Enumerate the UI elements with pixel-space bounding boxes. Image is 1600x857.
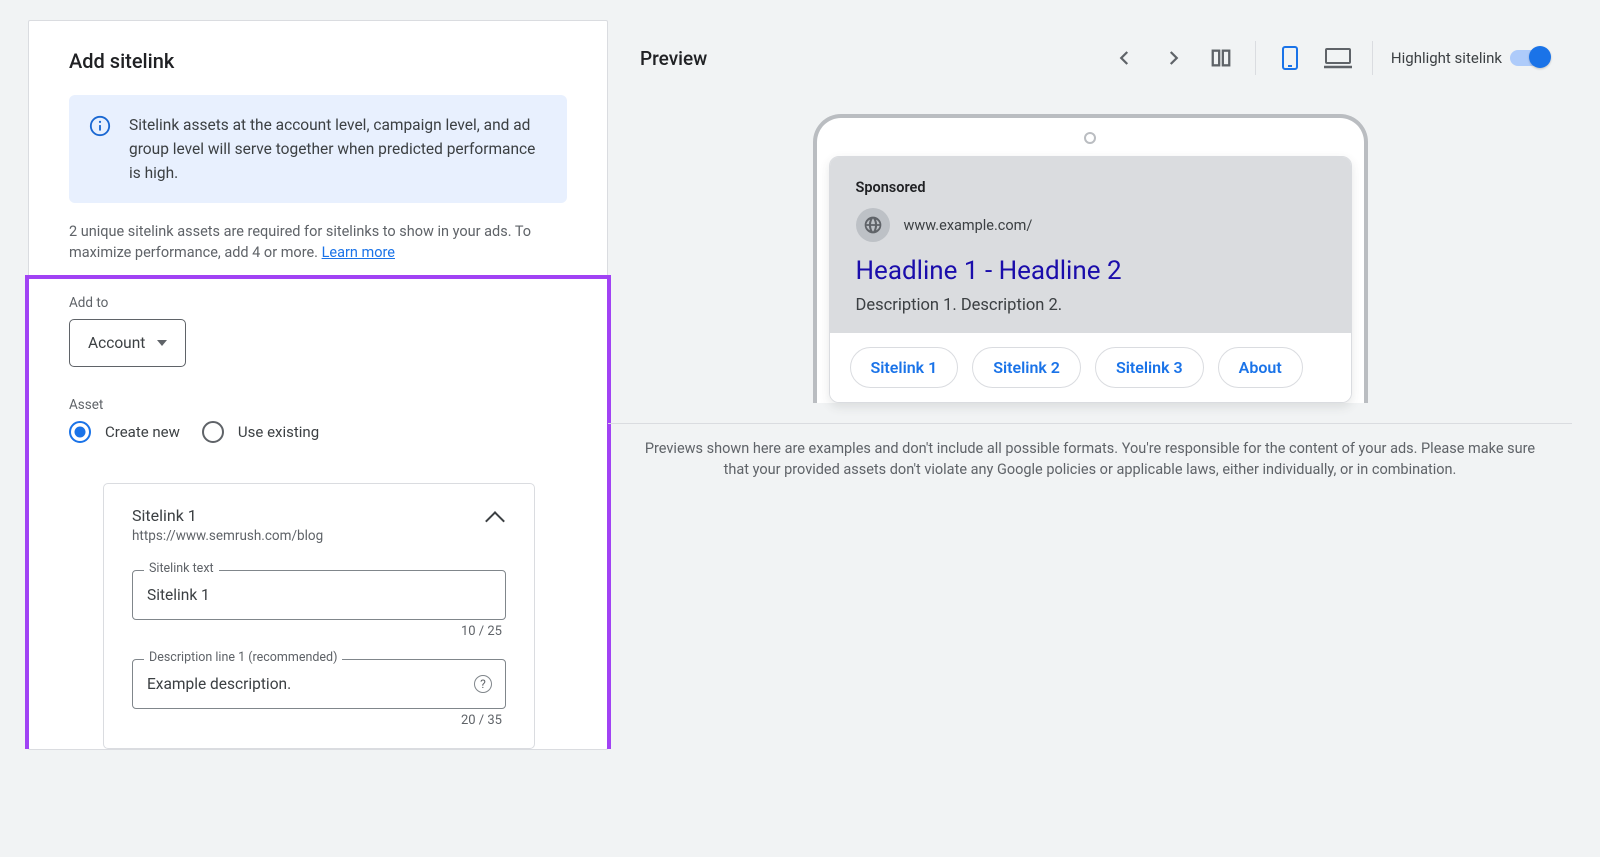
learn-more-link[interactable]: Learn more bbox=[322, 244, 395, 261]
highlight-toggle[interactable] bbox=[1510, 50, 1548, 66]
desc1-field: Description line 1 (recommended) ? bbox=[132, 659, 506, 709]
sitelink-pill[interactable]: About bbox=[1218, 347, 1303, 388]
sitelink-form-panel: Add sitelink Sitelink assets at the acco… bbox=[28, 20, 608, 750]
form-highlighted-area: Add to Account Asset Create new Use exis… bbox=[25, 275, 611, 749]
caret-down-icon bbox=[157, 340, 167, 346]
desc1-input[interactable] bbox=[132, 659, 506, 709]
ad-description: Description 1. Description 2. bbox=[856, 296, 1325, 315]
sitelink-pill[interactable]: Sitelink 3 bbox=[1095, 347, 1204, 388]
card-title: Sitelink 1 bbox=[132, 506, 323, 525]
preview-panel: Preview bbox=[608, 20, 1572, 480]
add-to-value: Account bbox=[88, 334, 145, 352]
sitelink-pill[interactable]: Sitelink 1 bbox=[850, 347, 959, 388]
ad-headline: Headline 1 - Headline 2 bbox=[856, 256, 1325, 286]
radio-use-existing-label: Use existing bbox=[238, 423, 319, 441]
info-icon bbox=[89, 115, 111, 137]
panel-title: Add sitelink bbox=[69, 49, 567, 73]
sitelink-text-label: Sitelink text bbox=[144, 561, 219, 576]
prev-button[interactable] bbox=[1101, 34, 1149, 82]
device-frame: Sponsored www.example.com/ Headline 1 - … bbox=[813, 114, 1368, 403]
camera-icon bbox=[1084, 132, 1096, 144]
info-text: Sitelink assets at the account level, ca… bbox=[129, 113, 547, 185]
radio-create-new-label: Create new bbox=[105, 423, 180, 441]
disclaimer-text: Previews shown here are examples and don… bbox=[608, 438, 1572, 480]
add-to-dropdown[interactable]: Account bbox=[69, 319, 186, 367]
sponsored-label: Sponsored bbox=[856, 179, 1325, 196]
help-icon[interactable]: ? bbox=[474, 675, 492, 693]
columns-icon[interactable] bbox=[1197, 34, 1245, 82]
asset-label: Asset bbox=[69, 397, 567, 413]
radio-create-new[interactable] bbox=[69, 421, 91, 443]
card-url: https://www.semrush.com/blog bbox=[132, 528, 323, 544]
add-to-label: Add to bbox=[69, 295, 567, 311]
globe-icon bbox=[856, 208, 890, 242]
radio-use-existing[interactable] bbox=[202, 421, 224, 443]
sitelink-text-field: Sitelink text bbox=[132, 570, 506, 620]
highlight-label: Highlight sitelink bbox=[1391, 49, 1502, 67]
ad-preview: Sponsored www.example.com/ Headline 1 - … bbox=[829, 156, 1352, 403]
sitelink-text-input[interactable] bbox=[132, 570, 506, 620]
sitelink-pills: Sitelink 1 Sitelink 2 Sitelink 3 About bbox=[830, 333, 1351, 402]
desktop-view-button[interactable] bbox=[1314, 34, 1362, 82]
mobile-view-button[interactable] bbox=[1266, 34, 1314, 82]
sitelink-text-counter: 10 / 25 bbox=[132, 624, 506, 639]
info-banner: Sitelink assets at the account level, ca… bbox=[69, 95, 567, 203]
separator bbox=[1372, 41, 1373, 75]
desc1-label: Description line 1 (recommended) bbox=[144, 650, 342, 665]
chevron-up-icon[interactable] bbox=[485, 511, 505, 531]
divider bbox=[608, 423, 1572, 424]
sitelink-pill[interactable]: Sitelink 2 bbox=[972, 347, 1081, 388]
requirement-text: 2 unique sitelink assets are required fo… bbox=[69, 221, 567, 263]
ad-url: www.example.com/ bbox=[904, 217, 1033, 234]
separator bbox=[1255, 41, 1256, 75]
preview-title: Preview bbox=[640, 47, 707, 70]
next-button[interactable] bbox=[1149, 34, 1197, 82]
desc1-counter: 20 / 35 bbox=[132, 713, 506, 728]
sitelink-card: Sitelink 1 https://www.semrush.com/blog … bbox=[103, 483, 535, 749]
